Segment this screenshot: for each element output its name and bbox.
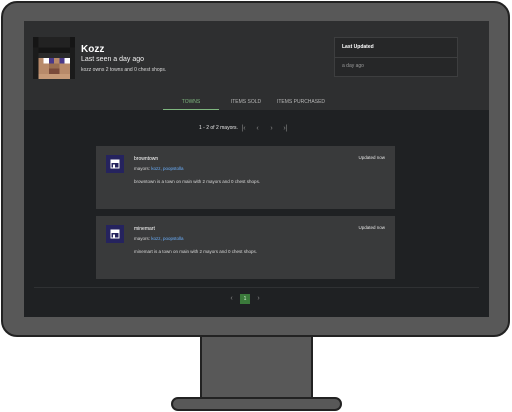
- user-name: Kozz: [81, 44, 105, 55]
- top-pagination: 1 - 2 of 2 mayors. |‹ ‹ › ›|: [24, 124, 489, 136]
- profile-summary: kozz owns 2 towns and 0 chest shops.: [81, 67, 167, 73]
- current-page-button[interactable]: 1: [240, 294, 250, 304]
- town-description: browntown is a town on main with 2 mayor…: [134, 179, 261, 184]
- avatar: [33, 37, 75, 79]
- last-updated-divider: [335, 57, 457, 58]
- town-mayors: mayors: kozz, poopstolla: [134, 166, 184, 171]
- monitor-stand-neck: [200, 337, 313, 401]
- next-page-icon[interactable]: ›: [267, 124, 276, 134]
- town-updated: Updated now: [358, 155, 385, 160]
- last-seen-text: Last seen a day ago: [81, 56, 145, 63]
- tab-items-purchased[interactable]: ITEMS PURCHASED: [273, 98, 329, 110]
- town-name[interactable]: browntown: [134, 156, 158, 162]
- tab-bar: TOWNS ITEMS SOLD ITEMS PURCHASED: [24, 95, 489, 110]
- last-page-icon[interactable]: ›|: [281, 124, 290, 134]
- shop-icon: [106, 225, 124, 243]
- last-updated-title: Last Updated: [342, 44, 374, 50]
- last-updated-card: Last Updated a day ago: [334, 37, 458, 77]
- shop-icon: [106, 155, 124, 173]
- next-page-icon[interactable]: ›: [254, 294, 263, 304]
- mayors-label: mayors:: [134, 236, 151, 241]
- mayors-label: mayors:: [134, 166, 151, 171]
- pagination-range-text: 1 - 2 of 2 mayors.: [199, 125, 238, 131]
- tab-towns[interactable]: TOWNS: [163, 98, 219, 110]
- mayor-links[interactable]: kozz, poopstolla: [151, 166, 183, 171]
- prev-page-icon[interactable]: ‹: [227, 294, 236, 304]
- profile-header: Kozz Last seen a day ago kozz owns 2 tow…: [24, 21, 489, 110]
- first-page-icon[interactable]: |‹: [239, 124, 248, 134]
- mayor-links[interactable]: kozz, poopstolla: [151, 236, 183, 241]
- monitor-stand-base: [171, 397, 342, 411]
- town-mayors: mayors: kozz, poopstolla: [134, 236, 184, 241]
- town-card[interactable]: minemart Updated now mayors: kozz, poops…: [96, 216, 395, 279]
- tab-items-sold[interactable]: ITEMS SOLD: [223, 98, 269, 110]
- town-updated: Updated now: [358, 225, 385, 230]
- town-name[interactable]: minemart: [134, 226, 155, 232]
- screen: Kozz Last seen a day ago kozz owns 2 tow…: [24, 21, 489, 317]
- prev-page-icon[interactable]: ‹: [253, 124, 262, 134]
- bottom-divider: [34, 287, 479, 288]
- town-description: minemart is a town on main with 2 mayors…: [134, 249, 258, 254]
- bottom-pagination: ‹ 1 ›: [24, 294, 489, 306]
- town-card[interactable]: browntown Updated now mayors: kozz, poop…: [96, 146, 395, 209]
- last-updated-value: a day ago: [342, 63, 364, 69]
